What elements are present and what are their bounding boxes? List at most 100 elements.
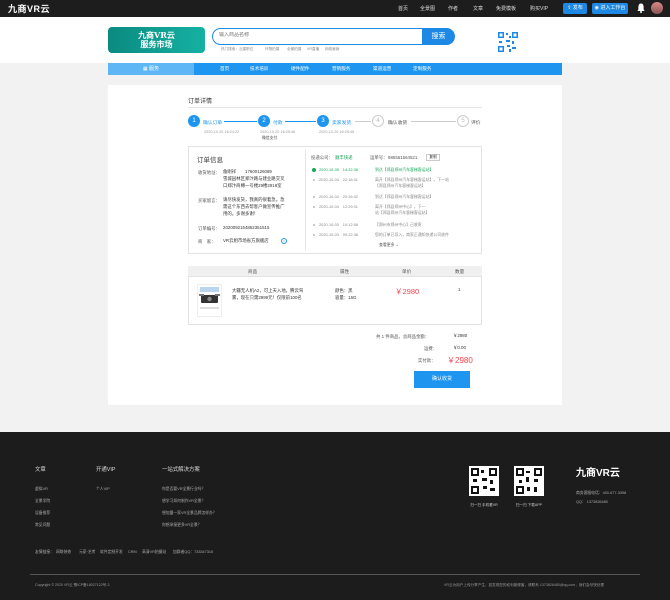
workspace-button[interactable]: ◉ 进入工作台 bbox=[592, 3, 628, 14]
topnav-home[interactable]: 首页 bbox=[398, 5, 408, 12]
paid-amount: ￥2980 bbox=[447, 356, 473, 365]
hot-tag[interactable]: VR直播 bbox=[307, 47, 319, 52]
qr-caption: 扫一扫 手机看VR bbox=[470, 503, 498, 507]
topnav-vip[interactable]: 购买VIP bbox=[530, 5, 548, 12]
message-label: 买家留言： bbox=[198, 198, 220, 203]
step-label: 付款 bbox=[273, 121, 283, 126]
step-label: 评价 bbox=[471, 121, 481, 126]
paid-label: 实付款： bbox=[418, 358, 436, 363]
footer-link[interactable]: 想加盟一家VR全景品牌怎样办？ bbox=[162, 511, 217, 516]
confirm-receipt-button[interactable]: 确认收货 bbox=[414, 371, 470, 388]
nav-item[interactable]: 渠道运营 bbox=[373, 63, 391, 75]
nav-item[interactable]: 首页 bbox=[220, 63, 229, 75]
nav-item[interactable]: 技术培训 bbox=[250, 63, 268, 75]
footer-link[interactable]: 常见问题 bbox=[35, 523, 50, 528]
step-circle: 5 bbox=[457, 115, 469, 127]
bell-icon[interactable] bbox=[637, 3, 645, 13]
nav-item[interactable]: 定制服务 bbox=[413, 63, 431, 75]
footer-link[interactable]: 设备推荐 bbox=[35, 511, 50, 516]
footer-link[interactable]: 虚拟VR bbox=[35, 487, 48, 492]
log-text: 离开【郑县郑州汽车客梯客运站】，下一站 bbox=[375, 177, 449, 182]
hot-tag[interactable]: 全景拍摄 bbox=[287, 47, 301, 52]
friend-link[interactable]: 元豪·艺考 bbox=[79, 550, 95, 555]
avatar[interactable] bbox=[651, 2, 663, 14]
nav-all-services[interactable]: ▦ 服务 bbox=[108, 63, 194, 75]
market-brand[interactable]: 九商VR云 服务市场 bbox=[108, 27, 205, 53]
order-info-title: 订单信息 bbox=[197, 157, 223, 164]
courier-name: 顺丰快递 bbox=[335, 155, 353, 160]
contact-qq: QQ： 1373826480 bbox=[576, 500, 608, 504]
timeline-dot bbox=[313, 206, 315, 208]
step-circle: 4 bbox=[372, 115, 384, 127]
address-line: 雪城园林区郑汴路与建业路交叉 bbox=[223, 176, 285, 181]
seller-name[interactable]: VR云厨市场省方旗舰店 bbox=[223, 237, 269, 244]
view-more-link[interactable]: 查看更多 ⌄ bbox=[379, 242, 399, 247]
product-name[interactable]: 大疆无人机A2，可上天入地。腾云驾 bbox=[232, 287, 303, 294]
timeline-dot bbox=[313, 234, 315, 236]
page-title: 订单详情 bbox=[188, 99, 213, 105]
step-date: 2020-10-20 16:25:46 bbox=[319, 130, 355, 134]
nav-item[interactable]: 营销服务 bbox=[332, 63, 350, 75]
footer-link[interactable]: 全景学院 bbox=[35, 499, 50, 504]
step-connector bbox=[285, 121, 316, 122]
chat-icon[interactable]: • bbox=[281, 238, 287, 244]
address-name: 詹刚祥 bbox=[223, 169, 237, 174]
log-time: 2020-10-03 10:12:58 bbox=[319, 222, 358, 227]
step-label: 确认收货 bbox=[388, 121, 408, 126]
topnav-panorama[interactable]: 全景图 bbox=[420, 5, 435, 12]
topnav-article[interactable]: 文章 bbox=[473, 5, 483, 12]
friend-link[interactable]: 软件定制开发 bbox=[100, 550, 123, 555]
col-header: 数量 bbox=[455, 269, 465, 274]
friend-link[interactable]: CRM bbox=[128, 550, 137, 554]
chevron-down-icon: ⌄ bbox=[395, 242, 399, 247]
site-logo[interactable]: 九商VR云 bbox=[8, 2, 50, 15]
search-input[interactable] bbox=[219, 32, 409, 38]
footer-link[interactable]: 你想承接更多VR全景？ bbox=[162, 523, 201, 528]
product-attr: 颜色：黑 bbox=[335, 288, 353, 293]
order-no-label: 订单编号： bbox=[198, 226, 220, 231]
qr-caption: 扫一扫 下载APP bbox=[515, 503, 543, 507]
log-time: 2020-10-05 14:22:36 bbox=[319, 167, 358, 172]
publish-button[interactable]: ⇪ 发布 bbox=[563, 3, 587, 14]
divider bbox=[305, 150, 306, 250]
qr-code-icon bbox=[469, 466, 499, 496]
divider bbox=[188, 107, 482, 108]
seller-label: 商 家： bbox=[198, 239, 216, 244]
hot-tag[interactable]: 环物拍摄 bbox=[265, 47, 279, 52]
step-connector bbox=[411, 121, 456, 122]
topnav-templates[interactable]: 免费模板 bbox=[496, 5, 516, 12]
hot-tag[interactable]: 网络营销 bbox=[325, 47, 339, 52]
user-icon: ◉ bbox=[594, 5, 599, 11]
address-line: 口郑汴商樽一号楼29楼2918室 bbox=[223, 183, 282, 188]
divider bbox=[30, 574, 640, 575]
total-label: 共 1 件商品，总商品金额： bbox=[376, 334, 430, 339]
log-text: 【郑州市郑州中心】已收寄 bbox=[375, 222, 422, 227]
timeline-dot bbox=[312, 168, 316, 172]
footer-link[interactable]: 想学习如何制作VR全景？ bbox=[162, 499, 205, 504]
friend-link[interactable]: 高清VR拍摄站 bbox=[142, 550, 166, 555]
message-line: 请尽快发货，我真的很着急。急 bbox=[223, 197, 285, 202]
log-text: 您的订单已导入，商家正通知快递公司收件 bbox=[375, 232, 449, 237]
search-button[interactable]: 搜索 bbox=[422, 28, 455, 45]
footer-link[interactable]: 你是否要VR全景行业吗？ bbox=[162, 487, 205, 492]
freight-label: 运费： bbox=[424, 346, 438, 351]
hot-tag[interactable]: 热门搜索：云建职位 bbox=[221, 47, 253, 52]
product-name[interactable]: 雾，现在只需2999元！仅限前100名 bbox=[232, 294, 302, 301]
waybill-label: 运单号： bbox=[370, 155, 388, 160]
footer-link[interactable]: 个人VIP bbox=[96, 487, 110, 492]
total-amount: ￥2980 bbox=[453, 333, 468, 338]
qr-code-icon bbox=[514, 466, 544, 496]
friend-link[interactable]: 加群者QQ：733347315 bbox=[173, 550, 213, 555]
step-circle: 1 bbox=[188, 115, 200, 127]
copy-button[interactable]: 复制 bbox=[426, 154, 440, 161]
nav-item[interactable]: 硬件配件 bbox=[291, 63, 309, 75]
footer-col-title: 文章 bbox=[35, 467, 46, 473]
topnav-author[interactable]: 作者 bbox=[448, 5, 458, 12]
quantity: 1 bbox=[458, 287, 461, 292]
step-circle: 2 bbox=[258, 115, 270, 127]
step-connector bbox=[355, 121, 371, 122]
table-header bbox=[188, 266, 482, 277]
product-thumbnail[interactable] bbox=[197, 284, 222, 317]
copyright: Copyright © 2020 VR云 豫ICP备18027122号-3 bbox=[35, 583, 110, 587]
friend-link[interactable]: 网联装修 bbox=[56, 550, 71, 555]
